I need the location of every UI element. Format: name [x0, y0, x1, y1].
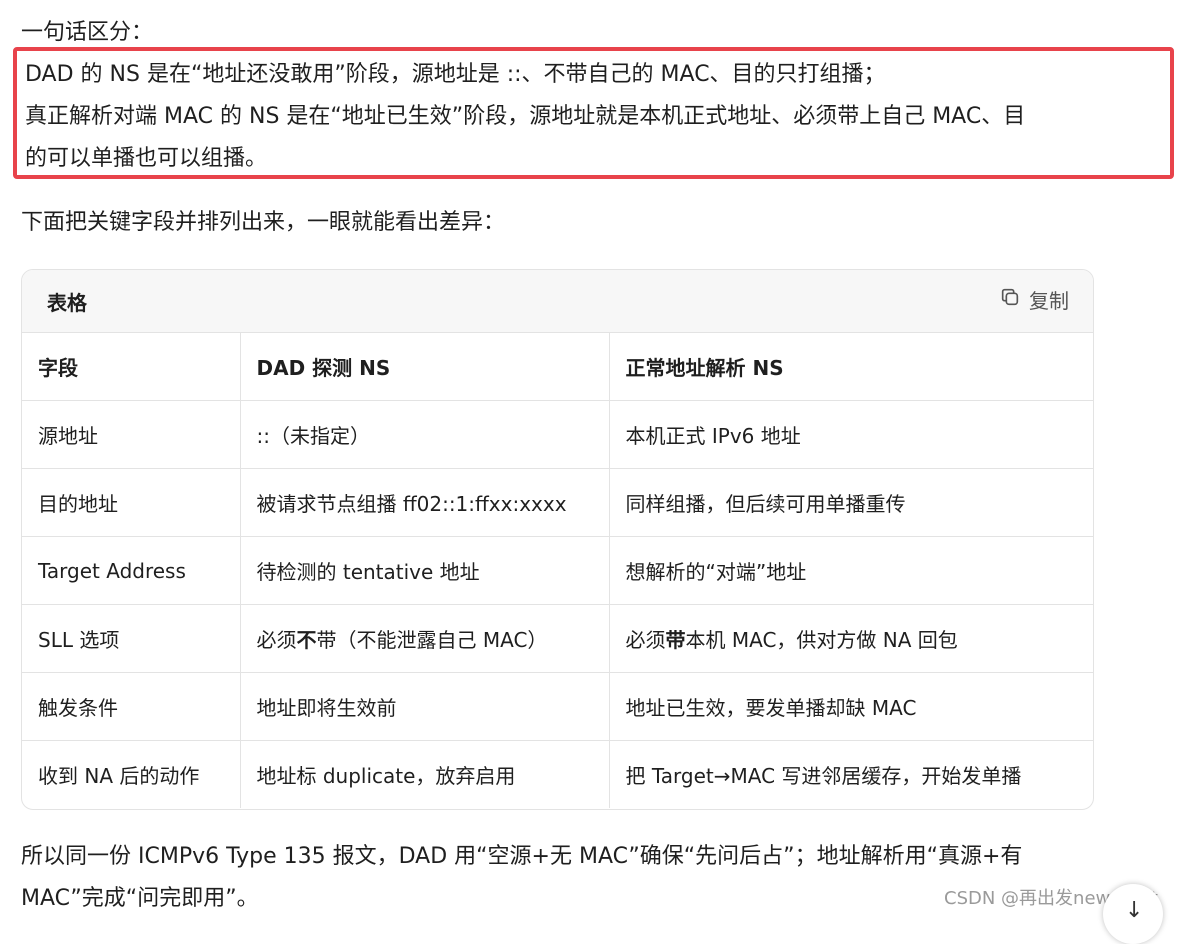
copy-icon: [999, 286, 1021, 313]
cell-field: 收到 NA 后的动作: [22, 740, 241, 808]
cell-bold-text: 带: [665, 628, 686, 652]
cell-text: 必须: [625, 628, 666, 652]
summary-line-1: 所以同一份 ICMPv6 Type 135 报文，DAD 用“空源+无 MAC”…: [21, 844, 1023, 869]
table-row: 收到 NA 后的动作 地址标 duplicate，放弃启用 把 Target→M…: [22, 740, 1093, 808]
cell-normal: 本机正式 IPv6 地址: [609, 400, 1093, 469]
copy-label: 复制: [1029, 289, 1069, 313]
cell-text: 必须: [256, 628, 297, 652]
cell-field: 目的地址: [22, 468, 241, 537]
column-header: DAD 探测 NS: [240, 333, 610, 401]
cell-field: 源地址: [22, 400, 241, 469]
table-title: 表格: [47, 291, 87, 315]
highlight-box: DAD 的 NS 是在“地址还没敢用”阶段，源地址是 ::、不带自己的 MAC、…: [13, 47, 1174, 179]
table-header-row: 字段 DAD 探测 NS 正常地址解析 NS: [22, 333, 1093, 401]
table-row: Target Address 待检测的 tentative 地址 想解析的“对端…: [22, 536, 1093, 605]
cell-dad: 必须不带（不能泄露自己 MAC）: [240, 604, 610, 673]
cell-text: 本机 MAC，供对方做 NA 回包: [685, 628, 958, 652]
cell-dad: 被请求节点组播 ff02::1:ffxx:xxxx: [240, 468, 610, 537]
cell-normal: 必须带本机 MAC，供对方做 NA 回包: [609, 604, 1093, 673]
summary-line-2: MAC”完成“问完即用”。: [21, 886, 259, 911]
comparison-table: 字段 DAD 探测 NS 正常地址解析 NS 源地址 ::（未指定） 本机正式 …: [22, 333, 1093, 808]
cell-text: 带（不能泄露自己 MAC）: [316, 628, 548, 652]
table-row: 触发条件 地址即将生效前 地址已生效，要发单播却缺 MAC: [22, 672, 1093, 741]
cell-normal: 同样组播，但后续可用单播重传: [609, 468, 1093, 537]
cell-dad: ::（未指定）: [240, 400, 610, 469]
cell-dad: 地址标 duplicate，放弃启用: [240, 740, 610, 808]
column-header: 字段: [22, 333, 241, 401]
arrow-down-icon: ↓: [1125, 898, 1144, 923]
comparison-table-card: 表格 复制 字段 DAD 探测 NS 正常地址解析 NS 源地址 ::（未指定）: [21, 269, 1094, 810]
cell-normal: 地址已生效，要发单播却缺 MAC: [609, 672, 1093, 741]
highlight-line-1: DAD 的 NS 是在“地址还没敢用”阶段，源地址是 ::、不带自己的 MAC、…: [25, 62, 886, 87]
cell-field: 触发条件: [22, 672, 241, 741]
cell-bold-text: 不: [296, 628, 317, 652]
cell-field: Target Address: [22, 536, 241, 605]
table-row: 目的地址 被请求节点组播 ff02::1:ffxx:xxxx 同样组播，但后续可…: [22, 468, 1093, 537]
cell-field: SLL 选项: [22, 604, 241, 673]
highlight-line-3: 的可以单播也可以组播。: [25, 146, 268, 171]
table-header-bar: 表格 复制: [22, 270, 1093, 333]
table-row: 源地址 ::（未指定） 本机正式 IPv6 地址: [22, 400, 1093, 469]
highlight-line-2: 真正解析对端 MAC 的 NS 是在“地址已生效”阶段，源地址就是本机正式地址、…: [25, 104, 1026, 129]
copy-button[interactable]: 复制: [999, 285, 1069, 314]
cell-normal: 想解析的“对端”地址: [609, 536, 1093, 605]
table-row: SLL 选项 必须不带（不能泄露自己 MAC） 必须带本机 MAC，供对方做 N…: [22, 604, 1093, 673]
scroll-down-button[interactable]: ↓: [1103, 884, 1163, 944]
cell-dad: 待检测的 tentative 地址: [240, 536, 610, 605]
column-header: 正常地址解析 NS: [609, 333, 1093, 401]
cell-normal: 把 Target→MAC 写进邻居缓存，开始发单播: [625, 764, 1022, 788]
cell-dad: 地址即将生效前: [240, 672, 610, 741]
table-intro-text: 下面把关键字段并排列出来，一眼就能看出差异：: [21, 210, 506, 235]
